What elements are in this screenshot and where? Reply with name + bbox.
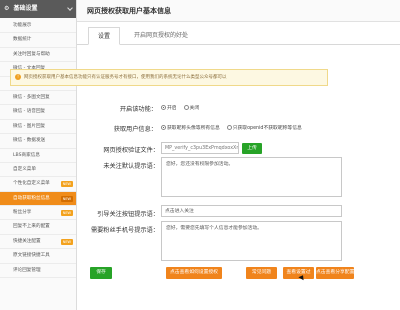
enable-off-label: 关闭 <box>189 106 200 111</box>
sidebar-item[interactable]: LBS商家信息 <box>0 149 76 163</box>
guide-input[interactable]: 点击进入关注 <box>161 205 342 217</box>
sidebar-items: 功能展示数据统计关注时回复与帮助微信 - 文本回复微信 - 图文回复微信 - 多… <box>0 19 76 279</box>
sidebar-item[interactable]: 粉丝分享 NEW <box>0 206 76 221</box>
notice-text: 网页授权获取用户基本信息功能只有认证服务号才有接口，使用我们的系统无论什么类型公… <box>24 75 227 80</box>
sidebar-item[interactable]: 快捷关注配置 NEW <box>0 235 76 250</box>
tab-settings[interactable]: 设置 <box>88 27 121 45</box>
sidebar-item-label: 微信 - 图片回复 <box>13 123 46 129</box>
chevron-down-icon <box>67 5 73 11</box>
sidebar-header[interactable]: ⚙ 基础设置 <box>0 0 76 18</box>
sidebar-item[interactable]: 个性化自定义菜单 NEW <box>0 177 76 192</box>
sidebar-item[interactable]: 数据统计 <box>0 33 76 48</box>
notfollow-textarea[interactable]: 您好，您还没有权限参加活动。 <box>161 157 342 197</box>
verify-file-input[interactable]: MP_verify_c3pu3ExPmqdxoxXm <box>161 142 239 154</box>
notfollow-label: 未关注默认提示语： <box>103 163 159 170</box>
new-badge: NEW <box>60 238 73 245</box>
sidebar-item-label: LBS商家信息 <box>13 152 40 158</box>
sidebar-item-label: 快捷关注配置 <box>13 238 41 244</box>
sidebar-item[interactable]: 微信 - 图片回复 <box>0 120 76 135</box>
new-badge: NEW <box>60 181 73 188</box>
view-auth-button[interactable]: 点击查看如何设置授权 <box>166 267 222 279</box>
sidebar: ⚙ 基础设置 功能展示数据统计关注时回复与帮助微信 - 文本回复微信 - 图文回… <box>0 0 77 310</box>
sidebar-item[interactable]: 回复不上来的配置 <box>0 220 76 235</box>
guide-label: 引导关注按钮提示语： <box>97 211 159 218</box>
enable-radio-group: 开启 关闭 <box>161 104 204 111</box>
sidebar-header-label: 基础设置 <box>13 5 38 12</box>
verify-label: 网页授权验证文件： <box>103 147 159 154</box>
tab-bar: 设置 开启网页授权的好处 <box>77 22 400 45</box>
sidebar-item-label: 自动获取粉丝信息 <box>13 195 50 201</box>
sidebar-item-label: 微信 - 多图文回复 <box>13 94 50 100</box>
enable-label: 开启该功能： <box>119 106 157 113</box>
app-window: ⚙ 基础设置 功能展示数据统计关注时回复与帮助微信 - 文本回复微信 - 图文回… <box>0 0 400 310</box>
fetch-all-label: 获取昵称头像等所有信息 <box>167 126 220 131</box>
sidebar-item[interactable]: 微信 - 多图文回复 <box>0 91 76 106</box>
sidebar-item-label: 粉丝分享 <box>13 210 32 216</box>
phone-label: 需要粉丝手机号提示语： <box>90 227 159 234</box>
notice-banner: ! 网页授权获取用户基本信息功能只有认证服务号才有接口，使用我们的系统无论什么类… <box>10 69 328 86</box>
enable-on-label: 开启 <box>167 106 177 111</box>
main-panel: 网页授权获取用户基本信息 设置 开启网页授权的好处 <box>77 0 400 310</box>
faq-button[interactable]: 常见问题 <box>246 267 277 279</box>
fetch-openid-label: 只获取openid不获取昵称等信息 <box>232 126 302 131</box>
upload-button[interactable]: 上传 <box>242 143 262 154</box>
sidebar-item-label: 个性化自定义菜单 <box>13 181 50 187</box>
fetch-all-radio[interactable] <box>161 125 166 130</box>
sidebar-item[interactable]: 关注时回复与帮助 <box>0 48 76 63</box>
fetch-label: 获取用户信息： <box>113 126 157 133</box>
sidebar-item-label: 原文链接快捷工具 <box>13 253 50 259</box>
sidebar-item-label: 微信 - 语音回复 <box>13 109 46 115</box>
enable-off-radio[interactable] <box>183 105 189 110</box>
sidebar-item[interactable]: 自动获取粉丝信息 NEW <box>0 191 76 207</box>
sidebar-item-label: 回复不上来的配置 <box>13 224 50 230</box>
settings-icon: ⚙ <box>4 5 10 12</box>
sidebar-item[interactable]: 原文链接快捷工具 <box>0 249 76 264</box>
tab-benefits[interactable]: 开启网页授权的好处 <box>125 27 197 45</box>
sidebar-item[interactable]: 微信 - 数据发送 <box>0 134 76 149</box>
share-config-button[interactable]: 点击查看分享配置 <box>316 267 354 279</box>
sidebar-item[interactable]: 微信 - 语音回复 <box>0 105 76 120</box>
phone-textarea[interactable]: 您好，需要您先填写个人信息才能参加活动。 <box>161 221 342 261</box>
sidebar-item[interactable]: 功能展示 <box>0 19 76 34</box>
sidebar-item[interactable]: 自定义菜单 <box>0 163 76 178</box>
sidebar-item[interactable]: 评论回复管理 <box>0 264 76 279</box>
info-icon: ! <box>15 74 21 80</box>
sidebar-item-label: 功能展示 <box>13 23 32 28</box>
fetch-radio-group: 获取昵称头像等所有信息 只获取openid不获取昵称等信息 <box>161 124 307 131</box>
sidebar-item-label: 数据统计 <box>13 37 32 43</box>
page-title: 网页授权获取用户基本信息 <box>77 0 400 22</box>
fetch-openid-radio[interactable] <box>226 125 232 130</box>
save-button[interactable]: 保存 <box>90 267 112 279</box>
sidebar-item-label: 微信 - 数据发送 <box>13 138 46 144</box>
sidebar-item-label: 评论回复管理 <box>13 267 41 273</box>
sidebar-item-label: 关注时回复与帮助 <box>13 51 50 57</box>
sidebar-item-label: 自定义菜单 <box>13 166 36 172</box>
new-badge: NEW <box>60 195 73 202</box>
enable-on-radio[interactable] <box>161 105 166 110</box>
